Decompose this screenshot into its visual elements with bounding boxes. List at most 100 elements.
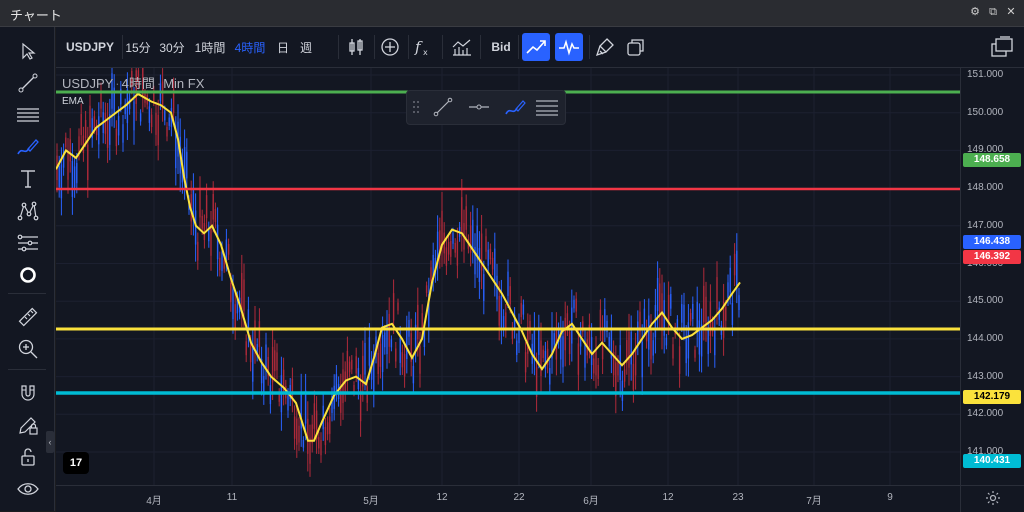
candle-body [401, 352, 404, 368]
candle-body [524, 352, 527, 373]
zoom-in-icon[interactable] [12, 335, 44, 363]
float-brush-icon[interactable] [501, 94, 529, 120]
candle-body [689, 312, 692, 322]
candle-body [533, 327, 536, 360]
candle-body [419, 345, 421, 374]
candle-body [201, 215, 203, 229]
candle-body [210, 225, 212, 256]
indicator-legend-ema[interactable]: EMA [62, 96, 84, 107]
trend-line-icon[interactable] [12, 69, 44, 97]
level-label-red: 146.392 [963, 250, 1021, 264]
window-copy-icon[interactable] [622, 33, 650, 61]
price-chart[interactable] [55, 46, 960, 491]
candle-body [599, 309, 602, 331]
chart-settings-gear-icon[interactable] [985, 490, 1001, 506]
candle-body [485, 236, 487, 252]
candle-body [621, 380, 624, 401]
interval-30m[interactable]: 30分 [156, 27, 188, 67]
float-lines-menu-icon[interactable] [533, 94, 561, 120]
collapse-toolbar-handle[interactable]: ‹ [46, 431, 54, 453]
chart-pane[interactable] [55, 46, 960, 491]
candle-body [450, 241, 452, 257]
candle-body [139, 113, 142, 122]
time-axis[interactable]: 4月 11 5月 12 22 6月 12 23 7月 9 [56, 485, 960, 512]
candle-body [709, 301, 712, 336]
time-label: 5月 [363, 496, 379, 507]
indicators-fx-icon[interactable]: fx [410, 33, 438, 61]
brush-clear-icon[interactable] [591, 33, 619, 61]
candle-body [729, 267, 731, 293]
legend-source: Min FX [163, 76, 205, 91]
trend-line-toggle-icon[interactable] [522, 33, 550, 61]
axis-corner [960, 485, 1024, 512]
candle-body [364, 342, 366, 375]
candle-body [454, 242, 456, 253]
candle-type-icon[interactable] [342, 33, 370, 61]
ruler-icon[interactable] [12, 303, 44, 331]
candle-body [67, 151, 69, 180]
candle-body [166, 126, 168, 137]
candle-body [293, 416, 296, 439]
candle-body [632, 363, 635, 390]
price-type-button[interactable]: Bid [486, 27, 516, 67]
interval-15m[interactable]: 15分 [122, 27, 154, 67]
drag-handle-icon[interactable] [409, 94, 423, 120]
popout-icon[interactable]: ⧉ [986, 5, 1000, 19]
candle-body [417, 304, 419, 340]
close-icon[interactable]: ✕ [1004, 5, 1018, 19]
fib-tool-icon[interactable] [12, 229, 44, 257]
eye-visibility-icon[interactable] [12, 475, 44, 503]
candle-body [665, 337, 668, 346]
chart-legend: USDJPY · 4時間 · Min FX [62, 76, 205, 91]
candle-body [399, 338, 401, 363]
interval-1h[interactable]: 1時間 [192, 27, 228, 67]
candle-body [148, 106, 151, 123]
candle-body [223, 260, 225, 269]
candle-body [549, 368, 551, 385]
candle-body [379, 343, 382, 367]
candle-body [252, 346, 254, 382]
brush-drawing-icon[interactable] [12, 133, 44, 161]
symbol-button[interactable]: USDJPY [62, 27, 118, 67]
price-axis[interactable]: 151.000150.000149.000148.000147.000146.0… [960, 68, 1024, 495]
candle-body [698, 320, 701, 355]
interval-day[interactable]: 日 [274, 27, 292, 67]
cursor-icon[interactable] [12, 37, 44, 65]
float-trend-line-icon[interactable] [429, 94, 457, 120]
candle-body [568, 331, 571, 355]
interval-4h[interactable]: 4時間 [232, 27, 268, 67]
magnet-icon[interactable] [12, 379, 44, 407]
candle-body [377, 352, 379, 374]
legend-interval: 4時間 [121, 76, 155, 91]
time-label: 22 [513, 492, 525, 503]
candle-body [80, 113, 82, 135]
lock-open-icon[interactable] [12, 443, 44, 471]
time-label: 11 [226, 492, 238, 503]
candle-body [608, 336, 610, 347]
candle-body [93, 116, 96, 128]
compare-add-icon[interactable] [376, 33, 404, 61]
float-horizontal-ray-icon[interactable] [465, 94, 493, 120]
candle-body [298, 425, 300, 443]
candle-body [672, 344, 674, 359]
candle-body [727, 282, 729, 299]
candle-body [529, 320, 531, 334]
candle-body [313, 403, 316, 429]
circle-shape-icon[interactable] [12, 261, 44, 289]
candle-body [304, 390, 307, 424]
candle-body [483, 274, 485, 301]
pattern-tool-icon[interactable] [12, 197, 44, 225]
pencil-lock-icon[interactable] [12, 411, 44, 439]
indicator-template-icon[interactable] [448, 33, 476, 61]
candle-body [225, 239, 228, 261]
pulse-toggle-icon[interactable] [555, 33, 583, 61]
text-tool-icon[interactable] [12, 165, 44, 193]
candle-body [73, 166, 76, 188]
horizontal-lines-icon[interactable] [12, 101, 44, 129]
candle-body [230, 282, 232, 303]
tradingview-logo[interactable]: 17 [63, 452, 89, 474]
layout-icon[interactable] [988, 33, 1016, 61]
candle-body [478, 248, 481, 282]
interval-week[interactable]: 週 [296, 27, 316, 67]
settings-gear-icon[interactable]: ⚙ [968, 5, 982, 19]
